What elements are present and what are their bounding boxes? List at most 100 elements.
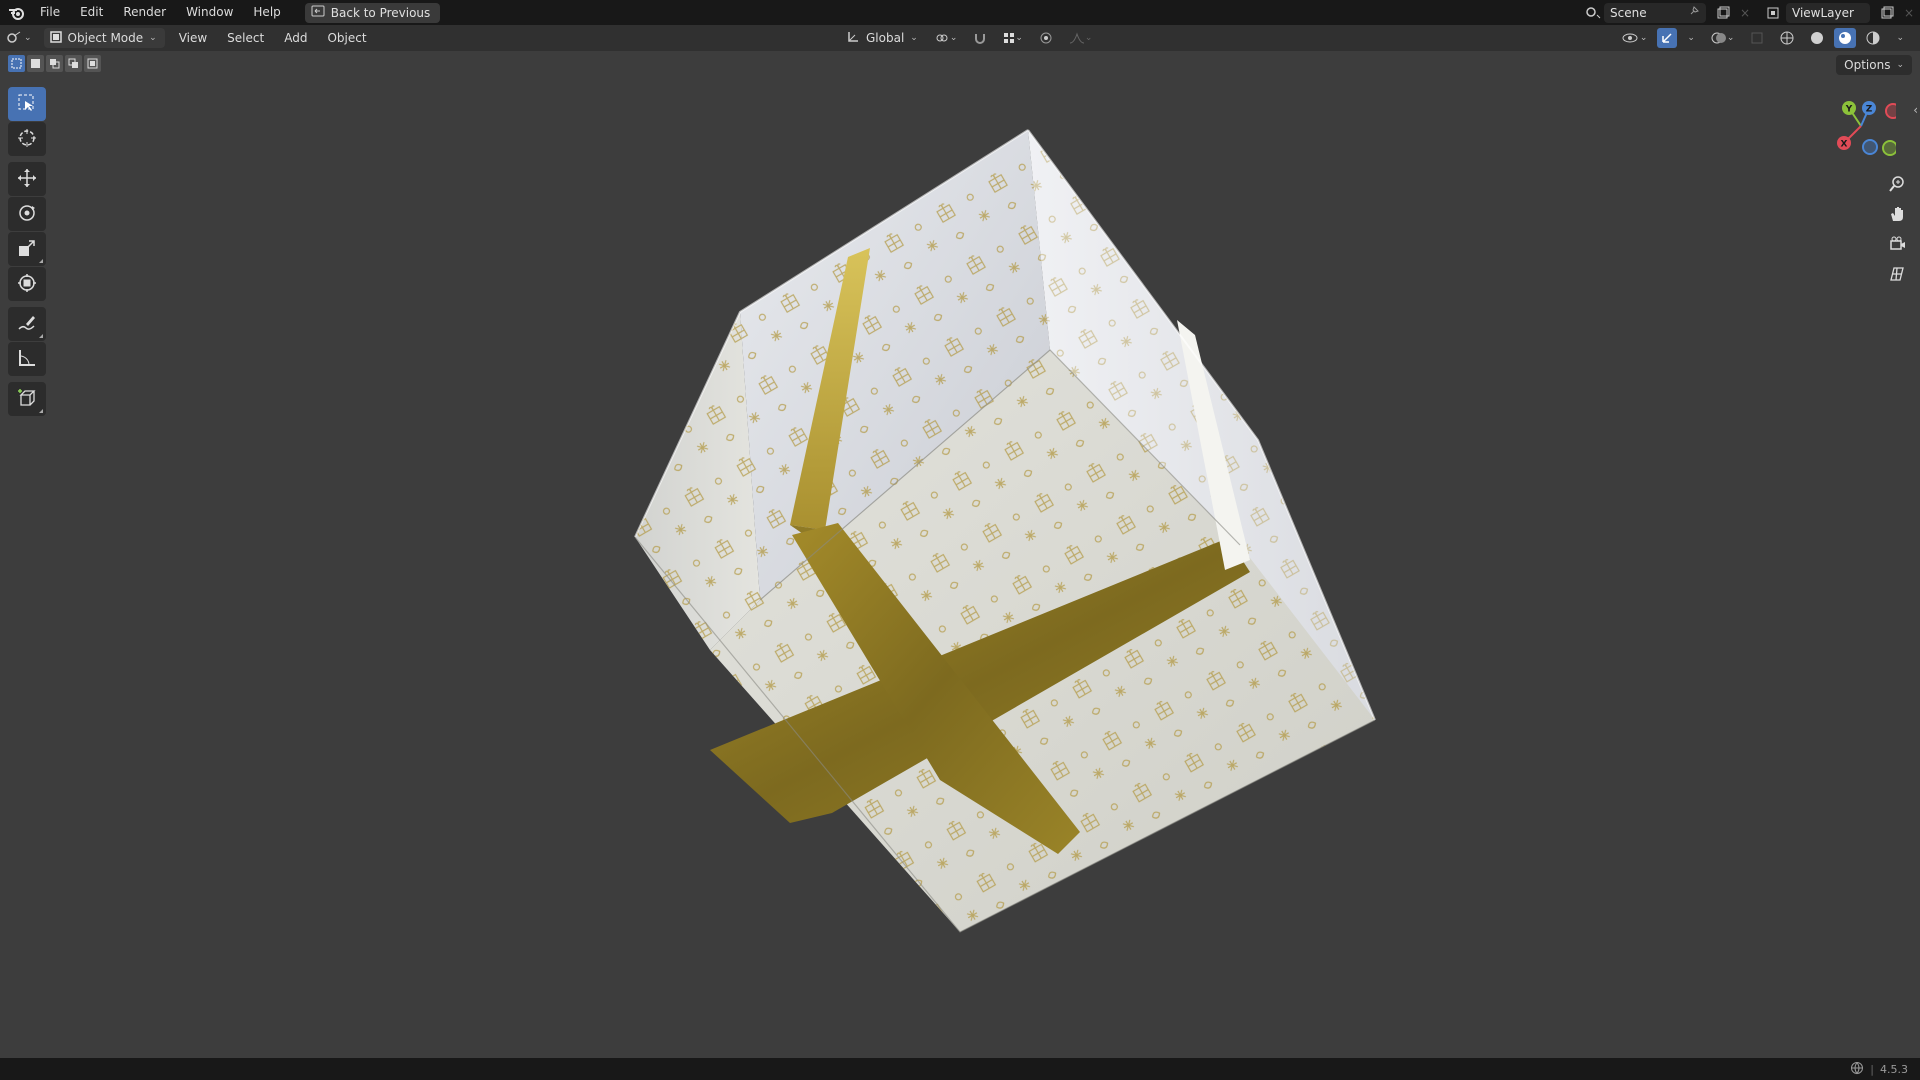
select-new-mode-icon[interactable] bbox=[8, 55, 25, 72]
menu-render[interactable]: Render bbox=[113, 0, 176, 25]
gift-box-object[interactable] bbox=[600, 120, 1380, 950]
material-shading-button[interactable] bbox=[1834, 28, 1857, 48]
blender-logo-icon[interactable] bbox=[4, 0, 30, 25]
top-bar: File Edit Render Window Help Back to Pre… bbox=[0, 0, 1920, 25]
chevron-down-icon: ⌄ bbox=[149, 33, 157, 43]
move-tool[interactable] bbox=[8, 162, 46, 196]
chevron-down-icon: ⌄ bbox=[1084, 33, 1093, 43]
ortho-grid-icon[interactable] bbox=[1883, 260, 1911, 288]
rotate-tool[interactable] bbox=[8, 197, 46, 231]
scale-icon bbox=[17, 238, 37, 261]
cursor-tool[interactable] bbox=[8, 122, 46, 156]
menu-file[interactable]: File bbox=[30, 0, 70, 25]
rendered-shading-button[interactable] bbox=[1860, 28, 1886, 48]
viewport-navigation bbox=[1883, 170, 1911, 290]
select-invert-mode-icon[interactable] bbox=[65, 55, 82, 72]
scene-field[interactable]: Scene bbox=[1604, 2, 1706, 23]
transform-orientation-dropdown[interactable]: Global ⌄ bbox=[840, 28, 924, 48]
select-box-icon bbox=[17, 93, 37, 116]
add-cube-icon bbox=[17, 388, 37, 411]
scale-tool[interactable] bbox=[8, 232, 46, 266]
view-layer-selector-icon[interactable] bbox=[1764, 3, 1786, 23]
selection-mode-group bbox=[8, 55, 101, 72]
menu-add[interactable]: Add bbox=[278, 28, 313, 48]
solid-shading-button[interactable] bbox=[1804, 28, 1830, 48]
select-extend-mode-icon[interactable] bbox=[27, 55, 44, 72]
object-mode-dropdown[interactable]: Object Mode ⌄ bbox=[43, 28, 165, 48]
zoom-icon[interactable] bbox=[1883, 170, 1911, 198]
svg-text:Z: Z bbox=[1866, 105, 1873, 115]
rotate-icon bbox=[17, 203, 37, 226]
object-mode-label: Object Mode bbox=[67, 31, 144, 45]
view-layer-field[interactable]: ViewLayer bbox=[1786, 2, 1870, 23]
view-layer-name: ViewLayer bbox=[1792, 5, 1854, 20]
gizmo-dropdown[interactable]: ⌄ bbox=[1681, 28, 1701, 48]
tool-shelf bbox=[8, 87, 46, 417]
svg-text:X: X bbox=[1841, 140, 1848, 150]
chevron-down-icon: ⌄ bbox=[949, 33, 958, 43]
chevron-down-icon: ⌄ bbox=[1639, 33, 1648, 43]
viewport-header: ⌄ Object Mode ⌄ View Select Add Object G… bbox=[0, 25, 1920, 51]
select-box-tool[interactable] bbox=[8, 87, 46, 121]
snap-toggle[interactable] bbox=[967, 28, 993, 48]
snap-target-dropdown[interactable]: ⌄ bbox=[997, 28, 1029, 48]
pan-hand-icon[interactable] bbox=[1883, 200, 1911, 228]
menu-view[interactable]: View bbox=[173, 28, 213, 48]
move-icon bbox=[17, 168, 37, 191]
back-icon bbox=[311, 5, 325, 20]
measure-tool[interactable] bbox=[8, 342, 46, 376]
add-cube-tool[interactable] bbox=[8, 382, 46, 416]
status-separator: | bbox=[1870, 1062, 1874, 1076]
annotate-tool[interactable] bbox=[8, 307, 46, 341]
transform-icon bbox=[17, 273, 37, 296]
pivot-point-dropdown[interactable]: ⌄ bbox=[928, 28, 964, 48]
xray-toggle[interactable] bbox=[1744, 28, 1770, 48]
visibility-dropdown[interactable]: ⌄ bbox=[1616, 28, 1654, 48]
viewport-display-tools: ⌄ ⌄ ⌄ ⌄ bbox=[1616, 28, 1910, 48]
delete-view-layer-icon[interactable]: × bbox=[1898, 3, 1920, 23]
proportional-edit-toggle[interactable] bbox=[1033, 28, 1059, 48]
orientation-label: Global bbox=[866, 31, 905, 45]
navigation-gizmo[interactable]: Y Z X bbox=[1832, 98, 1901, 162]
options-dropdown[interactable]: Options ⌄ bbox=[1836, 55, 1912, 75]
back-to-previous-button[interactable]: Back to Previous bbox=[304, 2, 441, 23]
select-intersect-mode-icon[interactable] bbox=[84, 55, 101, 72]
overlays-toggle[interactable]: ⌄ bbox=[1705, 28, 1741, 48]
menu-object[interactable]: Object bbox=[321, 28, 372, 48]
sidebar-toggle-icon[interactable]: ‹ bbox=[1913, 103, 1918, 117]
scene-selector-icon[interactable] bbox=[1582, 3, 1604, 23]
chevron-down-icon: ⌄ bbox=[1015, 33, 1023, 43]
menu-select[interactable]: Select bbox=[221, 28, 270, 48]
orientation-icon bbox=[846, 30, 860, 47]
network-icon[interactable] bbox=[1850, 1061, 1864, 1078]
new-scene-icon[interactable] bbox=[1712, 3, 1734, 23]
falloff-dropdown[interactable]: ⌄ bbox=[1063, 28, 1099, 48]
editor-type-button[interactable]: ⌄ bbox=[0, 28, 38, 48]
gizmo-toggle[interactable] bbox=[1657, 28, 1678, 48]
scene-name: Scene bbox=[1610, 5, 1647, 20]
options-label: Options bbox=[1844, 58, 1891, 72]
camera-view-icon[interactable] bbox=[1883, 230, 1911, 258]
new-view-layer-icon[interactable] bbox=[1876, 3, 1898, 23]
chevron-down-icon: ⌄ bbox=[910, 33, 918, 43]
menu-window[interactable]: Window bbox=[176, 0, 243, 25]
wireframe-shading-button[interactable] bbox=[1774, 28, 1800, 48]
chevron-down-icon: ⌄ bbox=[1896, 33, 1904, 43]
shading-dropdown[interactable]: ⌄ bbox=[1890, 28, 1910, 48]
pin-icon[interactable] bbox=[1688, 5, 1700, 20]
menu-help[interactable]: Help bbox=[243, 0, 290, 25]
measure-icon bbox=[17, 348, 37, 371]
scene-controls: Scene × ViewLayer × bbox=[1582, 0, 1920, 25]
select-subtract-mode-icon[interactable] bbox=[46, 55, 63, 72]
svg-text:Y: Y bbox=[1845, 105, 1853, 115]
menu-edit[interactable]: Edit bbox=[70, 0, 113, 25]
delete-scene-icon[interactable]: × bbox=[1734, 3, 1756, 23]
chevron-down-icon: ⌄ bbox=[1726, 33, 1735, 43]
transform-tool[interactable] bbox=[8, 267, 46, 301]
annotate-icon bbox=[17, 313, 37, 336]
object-mode-icon bbox=[49, 30, 62, 46]
chevron-down-icon: ⌄ bbox=[1687, 33, 1695, 43]
cursor-icon bbox=[17, 128, 37, 151]
chevron-down-icon: ⌄ bbox=[24, 33, 32, 43]
status-bar: | 4.5.3 bbox=[0, 1058, 1920, 1080]
